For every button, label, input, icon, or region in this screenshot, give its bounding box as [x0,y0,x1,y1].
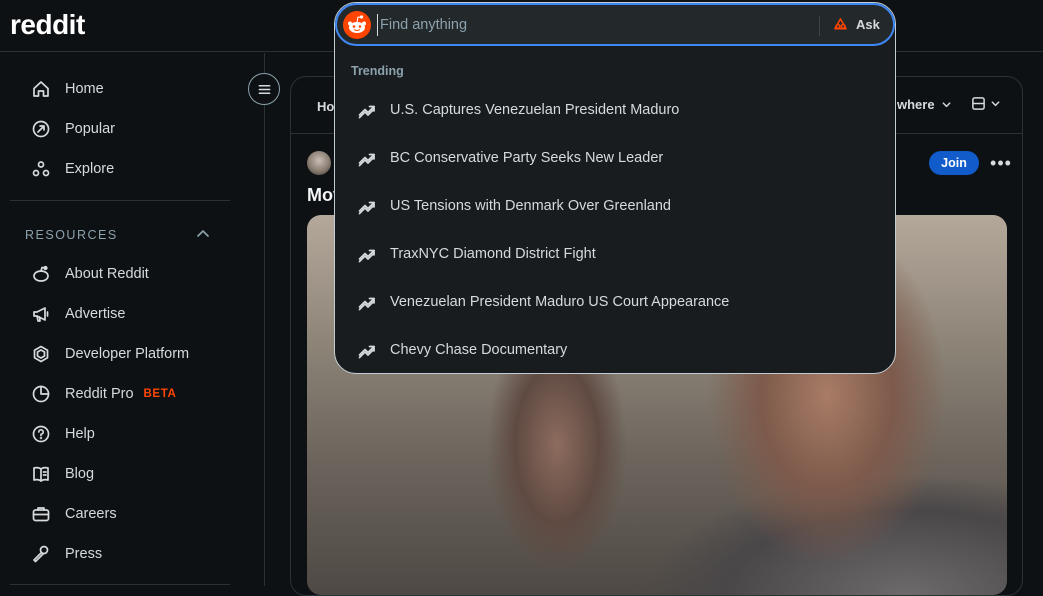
sidebar-item-popular[interactable]: Popular [10,109,230,149]
trending-label: BC Conservative Party Seeks New Leader [390,150,664,166]
sidebar-item-label: Reddit Pro [65,386,134,402]
sidebar-item-developer-platform[interactable]: Developer Platform [10,334,230,374]
trending-item[interactable]: U.S. Captures Venezuelan President Madur… [345,90,885,130]
sidebar-item-home[interactable]: Home [10,69,230,109]
subreddit-avatar[interactable] [307,151,331,175]
search-bar[interactable]: Ask [335,3,895,46]
reddit-logo[interactable]: reddit [10,9,85,41]
pro-icon [30,383,52,405]
view-toggle[interactable] [971,96,1001,111]
sidebar-item-label: Help [65,426,95,442]
trending-item[interactable]: US Tensions with Denmark Over Greenland [345,186,885,226]
trending-icon [358,249,375,263]
left-sidebar: Home Popular Explore RESOURCES About Red… [0,53,265,586]
sidebar-item-label: Press [65,546,103,562]
trending-heading: Trending [351,64,404,78]
trending-label: Venezuelan President Maduro US Court App… [390,294,730,310]
ask-divider [819,16,820,36]
trending-label: U.S. Captures Venezuelan President Madur… [390,102,680,118]
sidebar-item-label: Advertise [65,306,126,322]
sidebar-item-careers[interactable]: Careers [10,494,230,534]
trending-icon [358,105,375,119]
ask-icon [834,18,847,30]
sort-dropdown[interactable]: where [897,97,952,112]
feed-tab-home[interactable]: Ho [317,99,334,114]
card-view-icon [972,97,985,110]
sidebar-item-blog[interactable]: Blog [10,454,230,494]
reddit-snoo-icon [343,11,371,39]
sidebar-item-label: Explore [65,161,115,177]
trending-label: US Tensions with Denmark Over Greenland [390,198,671,214]
help-icon [30,423,52,445]
trending-icon [358,345,375,359]
home-icon [30,78,52,100]
blog-icon [30,463,52,485]
sidebar-item-about-reddit[interactable]: About Reddit [10,254,230,294]
sidebar-item-label: Popular [65,121,115,137]
beta-badge: BETA [143,388,177,400]
menu-icon [258,84,270,94]
resources-heading[interactable]: RESOURCES [25,228,118,242]
sort-label: where [897,97,935,112]
careers-icon [30,503,52,525]
popular-icon [30,118,52,140]
sidebar-item-reddit-pro[interactable]: Reddit Pro BETA [10,374,230,414]
trending-label: TraxNYC Diamond District Fight [390,246,596,262]
ask-label: Ask [856,17,880,32]
about-icon [30,263,52,285]
sidebar-item-press[interactable]: Press [10,534,230,574]
press-icon [30,543,52,565]
trending-icon [358,201,375,215]
trending-label: Chevy Chase Documentary [390,342,568,358]
chevron-down-icon [942,102,951,108]
sidebar-item-explore[interactable]: Explore [10,149,230,189]
developer-icon [30,343,52,365]
sidebar-item-label: Blog [65,466,95,482]
trending-item[interactable]: Chevy Chase Documentary [345,330,885,370]
ask-button[interactable]: Ask [833,17,880,32]
search-dropdown: Ask Trending U.S. Captures Venezuelan Pr… [334,2,896,374]
chevron-down-icon [991,101,1000,107]
sidebar-item-help[interactable]: Help [10,414,230,454]
megaphone-icon [30,303,52,325]
sidebar-item-label: Developer Platform [65,346,190,362]
more-options-button[interactable]: ••• [989,151,1013,175]
explore-icon [30,158,52,180]
trending-icon [358,297,375,311]
search-input[interactable] [377,14,807,36]
sidebar-divider [10,584,230,585]
trending-item[interactable]: TraxNYC Diamond District Fight [345,234,885,274]
trending-item[interactable]: BC Conservative Party Seeks New Leader [345,138,885,178]
sidebar-item-label: Careers [65,506,117,522]
join-button[interactable]: Join [929,151,979,175]
sidebar-item-label: Home [65,81,104,97]
collapse-sidebar-button[interactable] [248,73,280,105]
chevron-up-icon[interactable] [194,225,212,243]
sidebar-item-advertise[interactable]: Advertise [10,294,230,334]
trending-item[interactable]: Venezuelan President Maduro US Court App… [345,282,885,322]
trending-icon [358,153,375,167]
sidebar-item-label: About Reddit [65,266,149,282]
sidebar-divider [10,200,230,201]
